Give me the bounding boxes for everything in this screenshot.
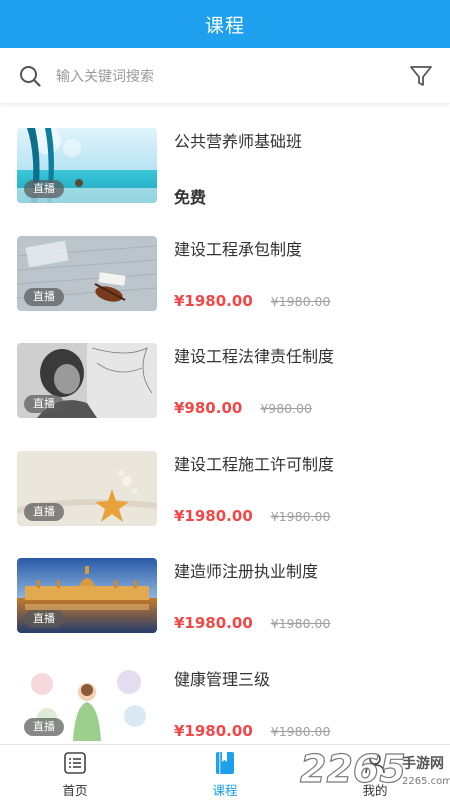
- svg-text:2265: 2265: [300, 747, 406, 791]
- course-item[interactable]: 直播 健康管理三级 ¥1980.00 ¥1980.00: [0, 648, 450, 756]
- course-thumbnail[interactable]: 直播: [17, 343, 157, 418]
- original-price: ¥1980.00: [270, 616, 331, 631]
- course-price: ¥1980.00: [174, 506, 253, 525]
- tab-courses[interactable]: 课程: [150, 745, 300, 800]
- search-icon: [20, 66, 41, 87]
- course-title[interactable]: 建设工程施工许可制度: [174, 451, 334, 475]
- page-title: 课程: [204, 14, 245, 37]
- course-thumbnail[interactable]: 直播: [17, 128, 157, 203]
- live-badge: 直播: [24, 180, 64, 198]
- svg-text:手游网: 手游网: [402, 755, 444, 772]
- live-badge: 直播: [24, 610, 64, 628]
- original-price: ¥1980.00: [270, 293, 331, 309]
- course-list: 直播 公共营养师基础班 免费 直播 建设工程承包制度 ¥1980.00 ¥198…: [0, 110, 450, 755]
- search-bar[interactable]: 输入关键词搜索: [0, 48, 450, 104]
- list-icon: [64, 752, 86, 774]
- course-thumbnail[interactable]: 直播: [17, 235, 157, 311]
- course-item[interactable]: 直播 建设工程法律责任制度 ¥980.00 ¥980.00: [0, 325, 450, 433]
- course-item[interactable]: 直播 建造师注册执业制度 ¥1980.00 ¥1980.00: [0, 540, 450, 648]
- live-badge: 直播: [24, 395, 64, 413]
- site-watermark-logo: 2265 手游网 2265.com: [299, 746, 450, 791]
- svg-text:2265.com: 2265.com: [402, 776, 450, 787]
- price-row: ¥980.00 ¥980.00: [174, 399, 312, 417]
- live-badge: 直播: [24, 287, 64, 306]
- tab-label: 首页: [62, 783, 88, 798]
- filter-icon[interactable]: [408, 63, 434, 89]
- course-title[interactable]: 建设工程承包制度: [174, 236, 302, 260]
- price-row: ¥1980.00 ¥1980.00: [174, 614, 330, 632]
- price-row: 免费: [174, 184, 206, 208]
- course-price: ¥1980.00: [174, 614, 253, 632]
- app-header: 课程: [0, 0, 450, 48]
- price-row: ¥1980.00 ¥1980.00: [174, 507, 330, 525]
- original-price: ¥980.00: [260, 401, 313, 416]
- course-thumbnail[interactable]: 直播: [17, 558, 157, 633]
- course-item[interactable]: 直播 建设工程承包制度 ¥1980.00 ¥1980.00: [0, 218, 450, 326]
- course-title[interactable]: 建设工程法律责任制度: [174, 343, 334, 367]
- course-price: ¥1980.00: [174, 721, 253, 740]
- course-title[interactable]: 健康管理三级: [174, 666, 270, 690]
- live-badge: 直播: [24, 502, 64, 521]
- price-row: ¥1980.00 ¥1980.00: [174, 722, 330, 740]
- price-row: ¥1980.00 ¥1980.00: [174, 292, 330, 310]
- course-item[interactable]: 直播 建设工程施工许可制度 ¥1980.00 ¥1980.00: [0, 433, 450, 541]
- original-price: ¥1980.00: [270, 723, 331, 739]
- tab-home[interactable]: 首页: [0, 745, 150, 800]
- course-price: ¥980.00: [174, 399, 243, 417]
- original-price: ¥1980.00: [270, 508, 331, 524]
- tab-label: 课程: [212, 783, 238, 798]
- course-thumbnail[interactable]: 直播: [17, 450, 157, 526]
- course-thumbnail[interactable]: 直播: [17, 665, 157, 741]
- live-badge: 直播: [24, 717, 64, 736]
- course-price: ¥1980.00: [174, 291, 253, 310]
- course-title[interactable]: 公共营养师基础班: [174, 128, 302, 152]
- course-title[interactable]: 建造师注册执业制度: [174, 558, 318, 582]
- course-price: 免费: [174, 188, 207, 207]
- course-item[interactable]: 直播 公共营养师基础班 免费: [0, 110, 450, 218]
- search-input[interactable]: 输入关键词搜索: [56, 66, 154, 86]
- bookmark-book-icon: [216, 752, 234, 774]
